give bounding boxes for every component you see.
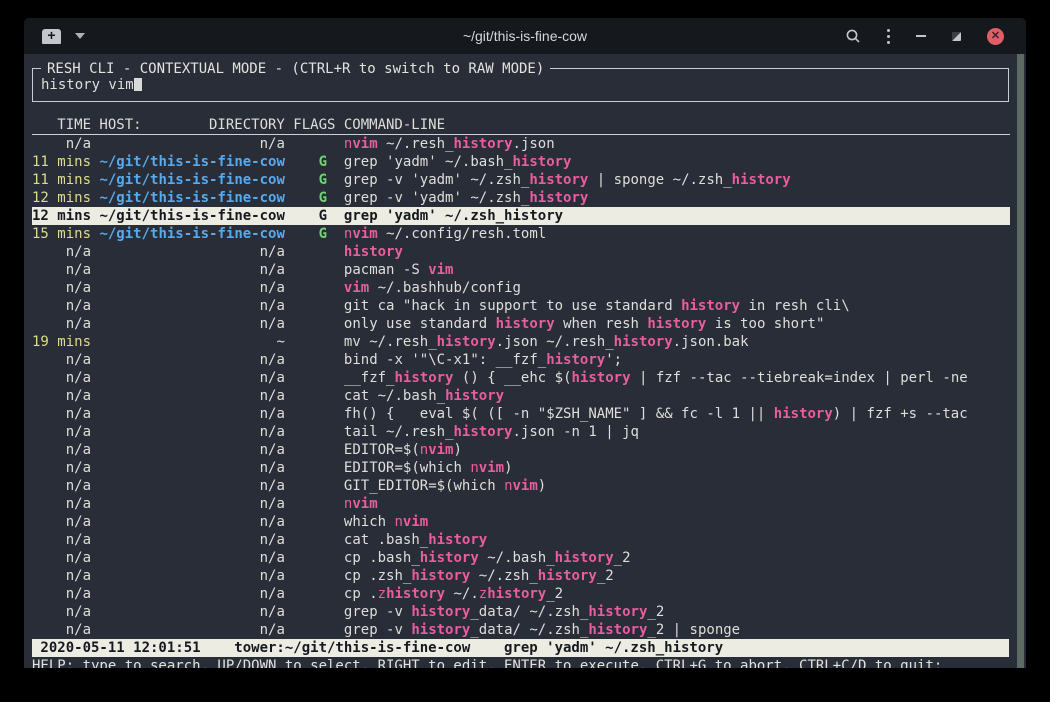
table-header: TIME HOST: DIRECTORY FLAGS COMMAND-LINE [32, 116, 1010, 135]
history-row[interactable]: n/a n/a __fzf_history () { __ehc $(histo… [32, 369, 1010, 387]
resh-search-box[interactable]: RESH CLI - CONTEXTUAL MODE - (CTRL+R to … [32, 68, 1009, 102]
history-rows: n/a n/a nvim ~/.resh_history.json11 mins… [32, 135, 1010, 639]
history-row[interactable]: n/a n/a EDITOR=$(nvim) [32, 441, 1010, 459]
help-bar: HELP: type to search, UP/DOWN to select,… [32, 657, 1010, 668]
kebab-menu-icon[interactable] [887, 29, 890, 44]
history-row[interactable]: n/a n/a bind -x '"\C-x1": __fzf_history'… [32, 351, 1010, 369]
restore-icon[interactable] [952, 32, 961, 41]
history-row[interactable]: n/a n/a cat ~/.bash_history [32, 387, 1010, 405]
search-box-title: RESH CLI - CONTEXTUAL MODE - (CTRL+R to … [41, 60, 550, 78]
history-row[interactable]: n/a n/a pacman -S vim [32, 261, 1010, 279]
history-row[interactable]: 11 mins ~/git/this-is-fine-cow G grep -v… [32, 171, 1010, 189]
history-row[interactable]: n/a n/a cp .bash_history ~/.bash_history… [32, 549, 1010, 567]
history-row[interactable]: n/a n/a git ca "hack in support to use s… [32, 297, 1010, 315]
history-row[interactable]: n/a n/a cp .zsh_history ~/.zsh_history_2 [32, 567, 1010, 585]
history-row[interactable]: n/a n/a grep -v history_data/ ~/.zsh_his… [32, 603, 1010, 621]
titlebar: ~/git/this-is-fine-cow ✕ [24, 18, 1026, 54]
terminal-content: RESH CLI - CONTEXTUAL MODE - (CTRL+R to … [24, 54, 1026, 668]
scrollbar[interactable] [1017, 54, 1024, 668]
selected-entry-status-bar: 2020-05-11 12:01:51 tower:~/git/this-is-f… [32, 639, 1009, 657]
history-row-selected[interactable]: 12 mins ~/git/this-is-fine-cow G grep 'y… [32, 207, 1010, 225]
history-row[interactable]: n/a n/a cp .zhistory ~/.zhistory_2 [32, 585, 1010, 603]
status-location: tower:~/git/this-is-fine-cow [234, 640, 470, 656]
status-command: grep 'yadm' ~/.zsh_history [504, 640, 723, 656]
history-row[interactable]: n/a n/a only use standard history when r… [32, 315, 1010, 333]
history-row[interactable]: n/a n/a EDITOR=$(which nvim) [32, 459, 1010, 477]
history-row[interactable]: 12 mins ~/git/this-is-fine-cow G grep -v… [32, 189, 1010, 207]
history-row[interactable]: 11 mins ~/git/this-is-fine-cow G grep 'y… [32, 153, 1010, 171]
history-row[interactable]: n/a n/a nvim ~/.resh_history.json [32, 135, 1010, 153]
status-timestamp: 2020-05-11 12:01:51 [40, 640, 200, 656]
history-row[interactable]: n/a n/a tail ~/.resh_history.json -n 1 |… [32, 423, 1010, 441]
history-row[interactable]: n/a n/a fh() { eval $( ([ -n "$ZSH_NAME"… [32, 405, 1010, 423]
history-row[interactable]: 19 mins ~ mv ~/.resh_history.json ~/.res… [32, 333, 1010, 351]
history-row[interactable]: 15 mins ~/git/this-is-fine-cow G nvim ~/… [32, 225, 1010, 243]
history-row[interactable]: n/a n/a history [32, 243, 1010, 261]
search-query: history vim [41, 77, 134, 93]
history-row[interactable]: n/a n/a grep -v history_data/ ~/.zsh_his… [32, 621, 1010, 639]
text-cursor [134, 76, 142, 91]
history-row[interactable]: n/a n/a cat .bash_history [32, 531, 1010, 549]
history-row[interactable]: n/a n/a which nvim [32, 513, 1010, 531]
minimize-icon[interactable] [916, 35, 926, 37]
history-row[interactable]: n/a n/a GIT_EDITOR=$(which nvim) [32, 477, 1010, 495]
history-row[interactable]: n/a n/a vim ~/.bashhub/config [32, 279, 1010, 297]
close-icon[interactable]: ✕ [987, 28, 1004, 45]
search-icon[interactable] [845, 28, 861, 44]
terminal-window: ~/git/this-is-fine-cow ✕ RESH CLI - CONT… [24, 18, 1026, 668]
history-row[interactable]: n/a n/a nvim [32, 495, 1010, 513]
